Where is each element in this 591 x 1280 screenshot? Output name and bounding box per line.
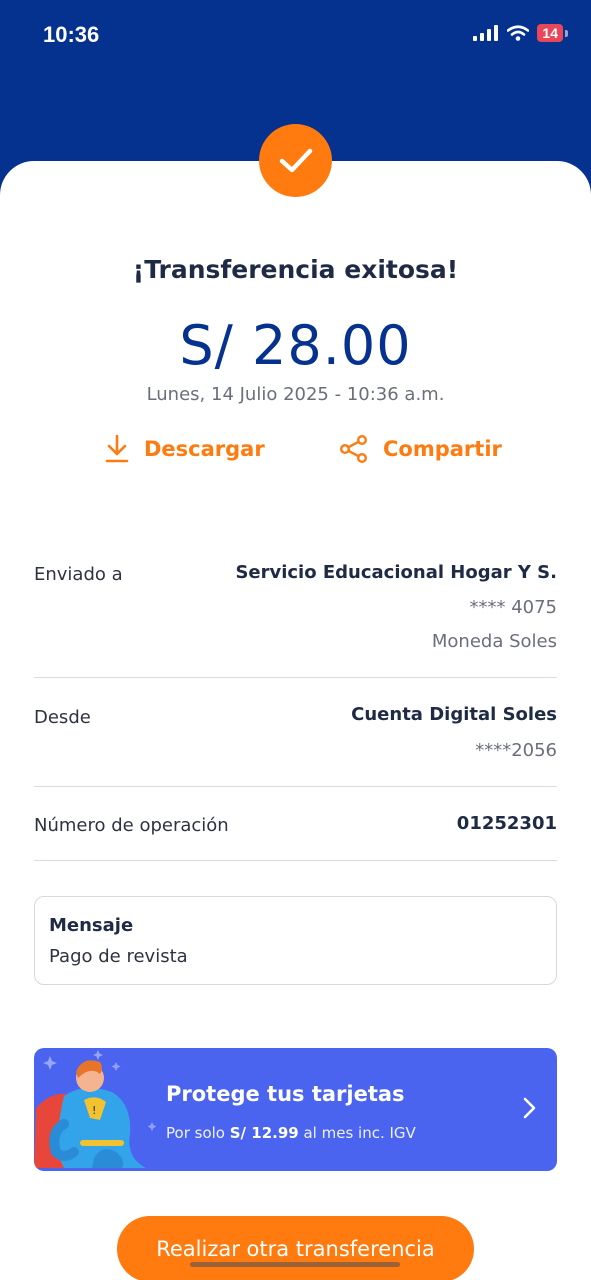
recipient-name: Servicio Educacional Hogar Y S. — [235, 562, 557, 583]
recipient-account: **** 4075 — [469, 597, 557, 618]
message-title: Mensaje — [49, 915, 134, 936]
message-text: Pago de revista — [49, 946, 188, 967]
success-badge — [259, 124, 332, 197]
download-button[interactable]: Descargar — [104, 434, 265, 464]
recipient-currency: Moneda Soles — [431, 631, 557, 652]
status-icons: 14 — [473, 24, 568, 42]
promo-title: Protege tus tarjetas — [166, 1082, 405, 1106]
promo-price: S/ 12.99 — [229, 1124, 299, 1142]
checkmark-icon — [279, 148, 312, 172]
share-label: Compartir — [383, 437, 502, 461]
source-label: Desde — [34, 707, 91, 728]
detail-recipient: Enviado a Servicio Educacional Hogar Y S… — [34, 560, 557, 660]
status-time: 10:36 — [43, 22, 100, 47]
promo-sub-prefix: Por solo — [166, 1124, 225, 1142]
page-title: ¡Transferencia exitosa! — [132, 255, 459, 284]
source-account-number: ****2056 — [475, 740, 557, 761]
status-bar: 10:36 14 — [0, 0, 591, 70]
divider — [34, 786, 557, 787]
share-icon — [340, 435, 368, 464]
signal-icon — [473, 25, 499, 41]
home-indicator — [190, 1262, 400, 1267]
battery-indicator: 14 — [537, 24, 568, 42]
source-account-name: Cuenta Digital Soles — [351, 704, 557, 725]
transfer-amount: S/ 28.00 — [179, 314, 412, 377]
message-box: Mensaje Pago de revista — [34, 896, 557, 985]
new-transfer-button[interactable]: Realizar otra transferencia — [117, 1216, 474, 1280]
divider — [34, 677, 557, 678]
detail-operation: Número de operación 01252301 — [34, 812, 557, 842]
divider — [34, 860, 557, 861]
detail-source: Desde Cuenta Digital Soles ****2056 — [34, 703, 557, 773]
promo-sub-suffix: al mes inc. IGV — [303, 1124, 416, 1142]
download-label: Descargar — [144, 437, 265, 461]
promo-banner[interactable]: ! Protege tus tarjetas Por solo S/ 12.99… — [34, 1048, 557, 1171]
wifi-icon — [507, 25, 530, 41]
promo-subtitle: Por solo S/ 12.99 al mes inc. IGV — [166, 1124, 416, 1142]
operation-label: Número de operación — [34, 815, 229, 836]
svg-text:!: ! — [92, 1104, 96, 1117]
share-button[interactable]: Compartir — [339, 434, 502, 464]
operation-number: 01252301 — [456, 813, 557, 834]
download-icon — [105, 434, 129, 463]
chevron-right-icon — [523, 1097, 536, 1119]
transfer-date: Lunes, 14 Julio 2025 - 10:36 a.m. — [146, 384, 445, 405]
recipient-label: Enviado a — [34, 564, 123, 585]
superhero-illustration: ! — [34, 1050, 157, 1168]
